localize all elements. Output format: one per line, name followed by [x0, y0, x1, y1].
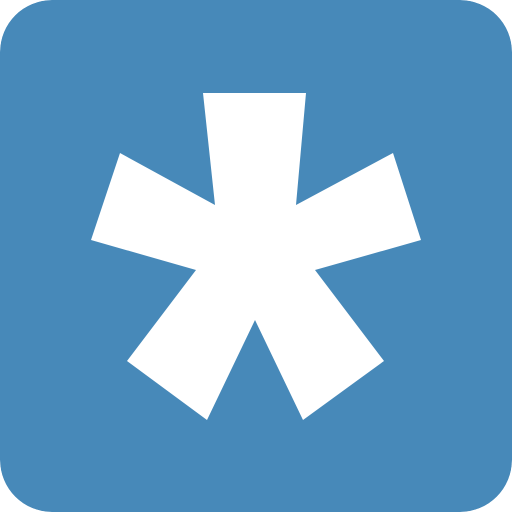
app-icon [0, 0, 512, 512]
app-icon-canvas [0, 0, 512, 512]
